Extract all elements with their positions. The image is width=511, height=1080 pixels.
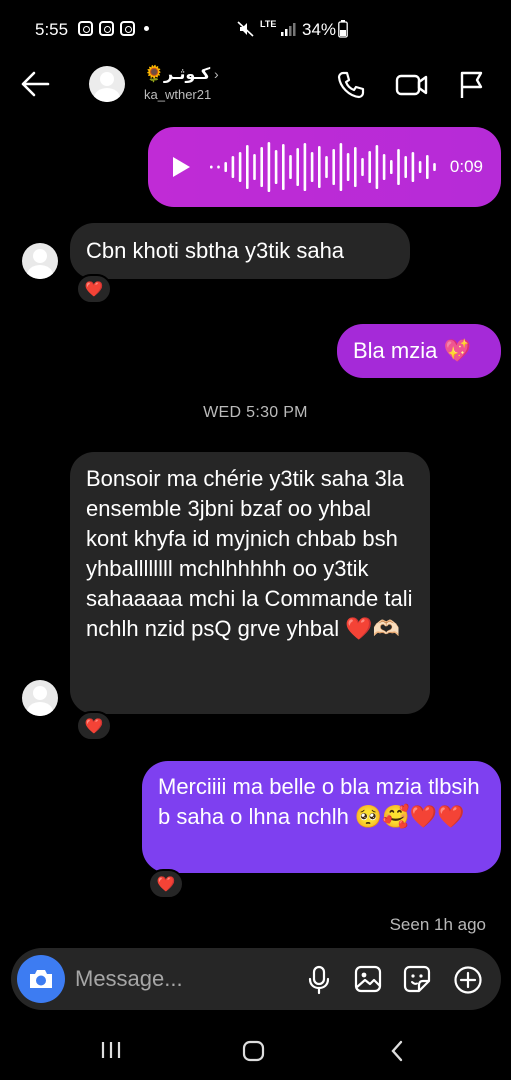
waveform-bar — [282, 144, 285, 190]
seen-status: Seen 1h ago — [389, 915, 486, 934]
waveform-bar — [325, 156, 328, 178]
network-type: LTE — [260, 19, 277, 29]
message-outgoing[interactable]: Bla mzia 💖 — [337, 324, 501, 378]
waveform-bar — [390, 160, 393, 174]
camera-icon — [30, 970, 52, 988]
battery-percent: 34% — [302, 20, 337, 39]
waveform-bar — [289, 155, 292, 179]
waveform-bar — [346, 153, 350, 181]
voice-message[interactable]: 0:09 — [148, 127, 501, 207]
sender-avatar[interactable] — [22, 243, 58, 279]
gallery-icon[interactable] — [354, 965, 382, 993]
waveform-bar — [238, 152, 242, 182]
sticker-icon[interactable] — [403, 965, 431, 993]
message-incoming[interactable]: Bonsoir ma chérie y3tik saha 3la ensembl… — [70, 452, 430, 714]
waveform-bar — [418, 161, 422, 173]
reaction-heart[interactable]: ❤️ — [76, 274, 112, 304]
more-notifications-icon — [144, 26, 149, 31]
flag-icon[interactable] — [458, 70, 486, 100]
mic-icon[interactable] — [307, 965, 331, 995]
message-incoming[interactable]: Cbn khoti sbtha y3tik saha — [70, 223, 410, 279]
contact-avatar[interactable] — [89, 66, 125, 102]
status-time: 5:55 — [35, 20, 69, 39]
battery-icon — [338, 20, 348, 38]
contact-username[interactable]: ka_wther21 — [144, 87, 211, 102]
waveform-bar — [397, 149, 400, 185]
system-nav-bar — [0, 1022, 511, 1080]
waveform-bar — [368, 151, 371, 183]
video-icon[interactable] — [395, 70, 429, 100]
waveform-bar — [339, 143, 343, 191]
notification-icons — [78, 21, 149, 36]
waveform-bar — [318, 146, 321, 188]
waveform-bar — [267, 142, 271, 192]
plus-icon[interactable] — [453, 965, 483, 995]
waveform-bar — [260, 147, 263, 187]
home-icon[interactable] — [242, 1040, 266, 1062]
waveform-bar — [404, 156, 407, 178]
waveform-bar — [411, 152, 415, 182]
waveform-bar — [361, 158, 364, 176]
mute-icon — [237, 21, 254, 37]
waveform-bar — [224, 162, 227, 172]
camera-button[interactable] — [17, 955, 65, 1003]
signal-icon — [281, 23, 296, 36]
instagram-notification-icon — [99, 21, 114, 36]
chat-header: 🌻كـوثـر › ka_wther21 — [0, 58, 511, 112]
recent-apps-icon[interactable] — [100, 1040, 122, 1060]
system-back-icon[interactable] — [389, 1040, 405, 1062]
voice-duration: 0:09 — [449, 157, 483, 176]
message-composer — [11, 948, 501, 1010]
contact-name[interactable]: 🌻كـوثـر › — [144, 64, 219, 84]
message-input[interactable] — [75, 962, 295, 996]
waveform-bar — [332, 149, 335, 185]
status-bar: 5:55 LTE 34% — [0, 0, 511, 58]
waveform-bar — [303, 143, 307, 191]
phone-icon[interactable] — [336, 70, 366, 100]
waveform-bar — [354, 147, 357, 187]
waveform-bar — [274, 150, 278, 184]
waveform-bar — [382, 154, 386, 180]
timestamp-divider: WED 5:30 PM — [203, 404, 308, 421]
play-icon[interactable] — [170, 155, 192, 179]
waveform-bar — [310, 152, 314, 182]
reaction-heart[interactable]: ❤️ — [148, 869, 184, 899]
waveform-bar — [210, 165, 213, 169]
message-outgoing[interactable]: Merciiii ma belle o bla mzia tlbsih b sa… — [142, 761, 501, 873]
chevron-right-icon: › — [210, 66, 219, 82]
sender-avatar[interactable] — [22, 680, 58, 716]
waveform-bar — [433, 163, 436, 171]
waveform-bar — [426, 155, 429, 179]
instagram-notification-icon — [120, 21, 135, 36]
waveform-bar — [296, 148, 299, 186]
reaction-heart[interactable]: ❤️ — [76, 711, 112, 741]
waveform-bar — [246, 145, 249, 189]
instagram-notification-icon — [78, 21, 93, 36]
back-arrow-icon[interactable] — [20, 70, 50, 98]
contact-name-text: 🌻كـوثـر — [144, 66, 211, 83]
waveform-bar — [231, 156, 235, 178]
waveform-bar — [253, 154, 256, 180]
waveform-bar — [375, 145, 379, 189]
waveform-bar — [217, 165, 220, 169]
voice-waveform — [210, 142, 436, 192]
